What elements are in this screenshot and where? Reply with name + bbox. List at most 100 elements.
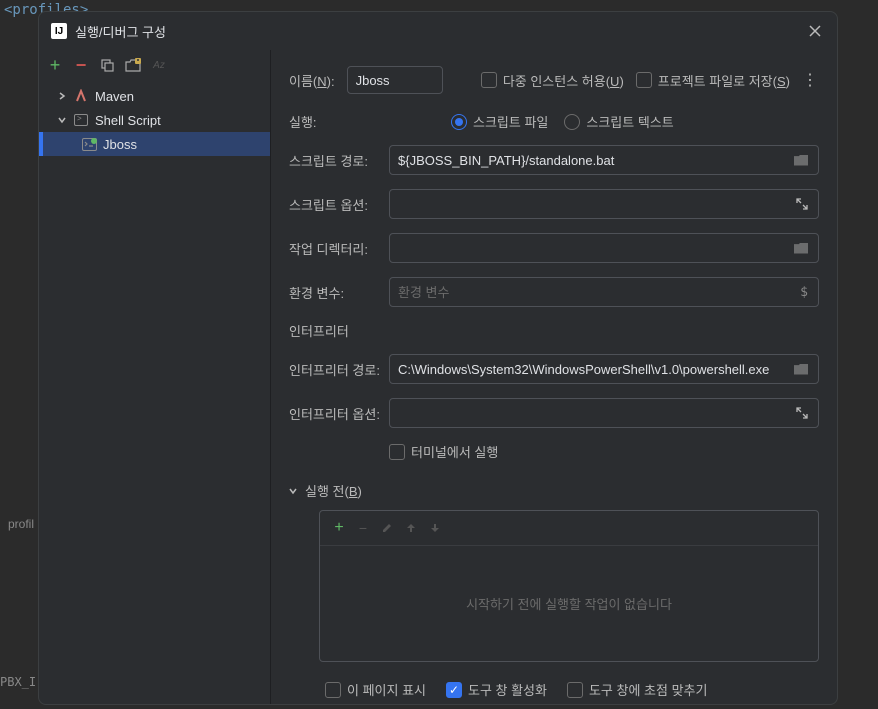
sidebar-toolbar: + − Az <box>39 50 270 80</box>
env-vars-field: $ <box>389 277 819 307</box>
activate-tool-window-label: 도구 창 활성화 <box>468 680 547 699</box>
working-dir-label: 작업 디렉터리: <box>289 239 389 258</box>
maven-icon <box>73 88 89 104</box>
env-vars-label: 환경 변수: <box>289 283 389 302</box>
remove-config-button[interactable]: − <box>71 55 91 75</box>
dialog-body: + − Az Maven <box>39 50 837 704</box>
activate-tool-window-checkbox[interactable]: ✓ 도구 창 활성화 <box>446 680 547 699</box>
radio-icon <box>564 114 580 130</box>
script-options-field <box>389 189 819 219</box>
dialog-title: 실행/디버그 구성 <box>75 22 805 41</box>
save-to-project-label: 프로젝트 파일로 저장(S) <box>658 71 790 90</box>
bg-text-profil: profil <box>8 517 34 531</box>
tree-label-jboss: Jboss <box>103 137 137 152</box>
interpreter-options-label: 인터프리터 옵션: <box>289 404 389 423</box>
script-options-row: 스크립트 옵션: <box>289 189 819 219</box>
before-launch-toolbar: + − <box>320 511 818 545</box>
run-in-terminal-label: 터미널에서 실행 <box>411 442 498 461</box>
tree-leaf-jboss[interactable]: Jboss <box>39 132 270 156</box>
tree-node-shell-script[interactable]: Shell Script <box>39 108 270 132</box>
before-launch-label: 실행 전(B) <box>305 481 362 500</box>
allow-multiple-label: 다중 인스턴스 허용(U) <box>503 71 624 90</box>
before-launch-header[interactable]: 실행 전(B) <box>289 481 819 500</box>
expand-field-button[interactable] <box>794 196 810 212</box>
env-vars-row: 환경 변수: $ <box>289 277 819 307</box>
bg-text-pbx: PBX_I <box>0 675 36 689</box>
save-template-button[interactable] <box>123 55 143 75</box>
before-launch-empty-text: 시작하기 전에 실행할 작업이 없습니다 <box>320 545 818 661</box>
execute-label: 실행: <box>289 112 389 131</box>
browse-folder-button[interactable] <box>792 153 810 168</box>
tree-label-maven: Maven <box>95 89 134 104</box>
checkbox-icon <box>325 682 341 698</box>
checkbox-checked-icon: ✓ <box>446 682 462 698</box>
run-in-terminal-row: 터미널에서 실행 <box>389 442 819 461</box>
script-path-input[interactable] <box>398 153 792 168</box>
script-options-input[interactable] <box>398 197 794 212</box>
app-icon: IJ <box>51 23 67 39</box>
browse-folder-button[interactable] <box>792 362 810 377</box>
interpreter-path-label: 인터프리터 경로: <box>289 360 389 379</box>
interpreter-path-field <box>389 354 819 384</box>
run-in-terminal-checkbox[interactable]: 터미널에서 실행 <box>389 442 498 461</box>
env-vars-input[interactable] <box>398 285 798 300</box>
sort-alpha-button[interactable]: Az <box>149 55 169 75</box>
allow-multiple-checkbox[interactable]: 다중 인스턴스 허용(U) <box>481 71 624 90</box>
jboss-config-icon <box>81 136 97 152</box>
save-to-project-checkbox[interactable]: 프로젝트 파일로 저장(S) <box>636 71 790 90</box>
interpreter-path-input[interactable] <box>398 362 792 377</box>
working-dir-row: 작업 디렉터리: <box>289 233 819 263</box>
name-label: 이름(N): <box>289 71 335 90</box>
name-input[interactable] <box>347 66 443 94</box>
expand-icon <box>796 198 808 210</box>
folder-icon <box>794 155 808 166</box>
remove-task-button[interactable]: − <box>352 517 374 539</box>
focus-tool-window-label: 도구 창에 초점 맞추기 <box>589 680 707 699</box>
run-debug-config-dialog: IJ 실행/디버그 구성 + − Az <box>38 11 838 705</box>
interpreter-path-row: 인터프리터 경로: <box>289 354 819 384</box>
move-task-up-button[interactable] <box>400 517 422 539</box>
checkbox-icon <box>636 72 652 88</box>
focus-tool-window-checkbox[interactable]: 도구 창에 초점 맞추기 <box>567 680 707 699</box>
radio-script-text[interactable]: 스크립트 텍스트 <box>564 112 673 131</box>
show-this-page-label: 이 페이지 표시 <box>347 680 426 699</box>
top-row: 이름(N): 다중 인스턴스 허용(U) 프로젝트 파일로 저장(S) ⋮ <box>289 66 819 94</box>
script-path-label: 스크립트 경로: <box>289 151 389 170</box>
tree-node-maven[interactable]: Maven <box>39 84 270 108</box>
expand-field-button[interactable] <box>794 405 810 421</box>
working-dir-field <box>389 233 819 263</box>
show-this-page-checkbox[interactable]: 이 페이지 표시 <box>325 680 426 699</box>
execute-radio-group: 스크립트 파일 스크립트 텍스트 <box>451 112 674 131</box>
checkbox-icon <box>567 682 583 698</box>
radio-icon <box>451 114 467 130</box>
radio-script-file-label: 스크립트 파일 <box>473 112 548 131</box>
interpreter-options-field <box>389 398 819 428</box>
working-dir-input[interactable] <box>398 241 792 256</box>
radio-script-file[interactable]: 스크립트 파일 <box>451 112 548 131</box>
script-path-field <box>389 145 819 175</box>
close-button[interactable] <box>805 21 825 41</box>
move-task-down-button[interactable] <box>424 517 446 539</box>
more-options-button[interactable]: ⋮ <box>802 70 819 90</box>
interpreter-section-title: 인터프리터 <box>289 321 819 340</box>
chevron-right-icon <box>55 92 69 100</box>
folder-icon <box>794 243 808 254</box>
env-vars-macro-button[interactable]: $ <box>798 283 810 302</box>
checkbox-icon <box>389 444 405 460</box>
add-task-button[interactable]: + <box>328 517 350 539</box>
chevron-down-icon <box>55 116 69 124</box>
add-config-button[interactable]: + <box>45 55 65 75</box>
config-sidebar: + − Az Maven <box>39 50 271 704</box>
copy-config-button[interactable] <box>97 55 117 75</box>
edit-task-button[interactable] <box>376 517 398 539</box>
browse-folder-button[interactable] <box>792 241 810 256</box>
tree-label-shell: Shell Script <box>95 113 161 128</box>
shell-script-icon <box>73 112 89 128</box>
interpreter-options-row: 인터프리터 옵션: <box>289 398 819 428</box>
radio-script-text-label: 스크립트 텍스트 <box>586 112 673 131</box>
config-tree: Maven Shell Script Jboss <box>39 80 270 160</box>
interpreter-options-input[interactable] <box>398 406 794 421</box>
chevron-down-icon <box>289 487 297 495</box>
script-path-row: 스크립트 경로: <box>289 145 819 175</box>
execute-row: 실행: 스크립트 파일 스크립트 텍스트 <box>289 112 819 131</box>
